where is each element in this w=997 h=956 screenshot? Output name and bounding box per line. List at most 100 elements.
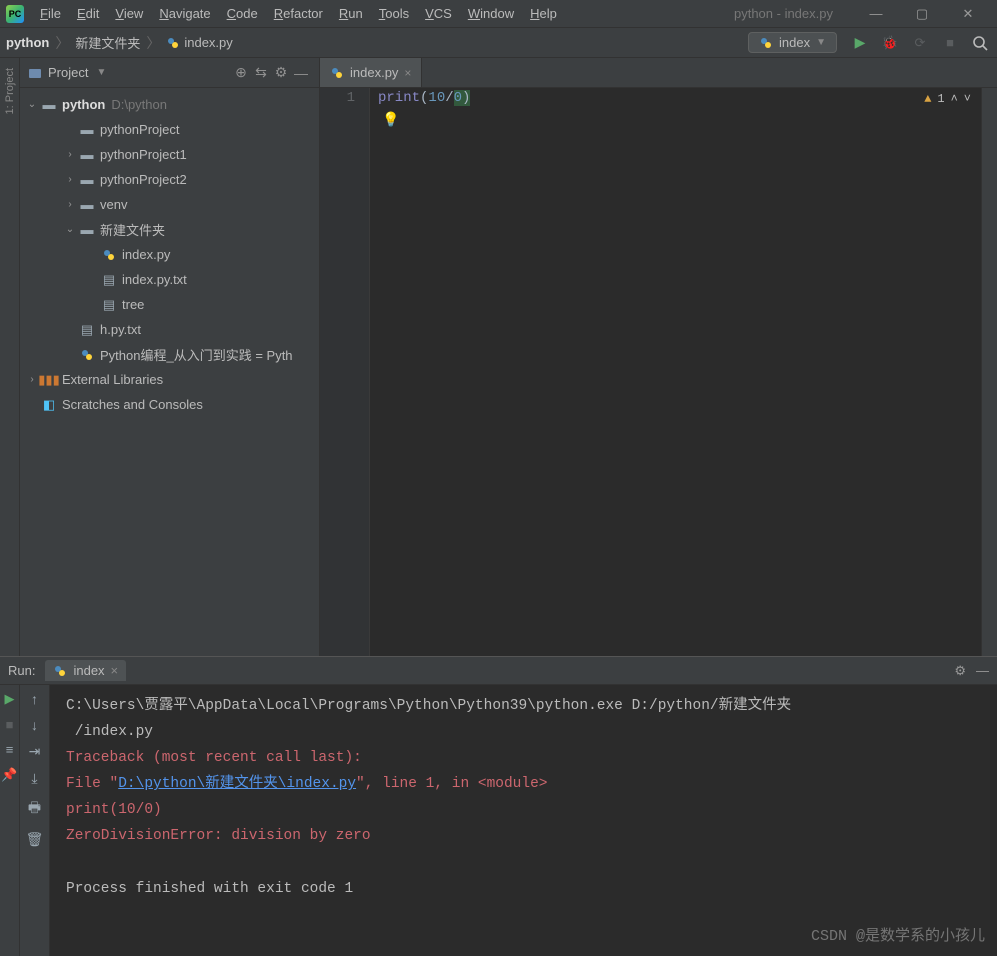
menu-code[interactable]: Code bbox=[219, 2, 266, 25]
folder-icon: ▬ bbox=[78, 122, 96, 137]
debug-button[interactable]: 🐞 bbox=[879, 32, 901, 54]
python-file-icon bbox=[78, 348, 96, 362]
project-panel-title[interactable]: Project bbox=[48, 65, 88, 80]
editor-area: index.py × 1 print(10/0) 💡 ▲ 1 ˄ ˅ bbox=[320, 58, 997, 656]
run-toolbar: ↑ ↓ ⇥ ⤓ 🖶 🗑 bbox=[20, 685, 50, 956]
project-tree[interactable]: ⌄ ▬ python D:\python ▬ pythonProject ›▬pyt… bbox=[20, 88, 319, 656]
coverage-button[interactable]: ⟳ bbox=[909, 32, 931, 54]
next-problem-icon[interactable]: ˅ bbox=[964, 92, 971, 106]
tree-node-label: index.py bbox=[122, 247, 170, 262]
menu-vcs[interactable]: VCS bbox=[417, 2, 460, 25]
menu-view[interactable]: View bbox=[107, 2, 151, 25]
run-tool-window: Run: index × ⚙ — ▶ ■ ≡ 📌 ↑ ↓ ⇥ ⤓ 🖶 🗑 C:\… bbox=[0, 656, 997, 956]
tree-root-name: python bbox=[62, 97, 105, 112]
maximize-button[interactable]: ▢ bbox=[899, 0, 945, 28]
tree-node[interactable]: ▤h.py.txt bbox=[20, 317, 319, 342]
run-tab[interactable]: index × bbox=[45, 660, 126, 681]
run-button[interactable]: ▶ bbox=[849, 32, 871, 54]
search-button[interactable] bbox=[969, 32, 991, 54]
navigation-bar: python 〉 新建文件夹 〉 index.py index ▼ ▶ 🐞 ⟳ … bbox=[0, 28, 997, 58]
tree-node-label: pythonProject bbox=[100, 122, 180, 137]
hide-panel-icon[interactable]: — bbox=[291, 65, 311, 81]
soft-wrap-icon[interactable]: ⇥ bbox=[29, 743, 41, 760]
breadcrumb-file[interactable]: index.py bbox=[184, 35, 232, 50]
scroll-end-icon[interactable]: ⤓ bbox=[31, 770, 37, 787]
pin-button[interactable]: 📌 bbox=[1, 767, 17, 783]
editor-tab-label: index.py bbox=[350, 65, 398, 80]
run-config-selector[interactable]: index ▼ bbox=[748, 32, 837, 53]
breadcrumb-folder[interactable]: 新建文件夹 bbox=[75, 33, 140, 52]
console-exit: Process finished with exit code 1 bbox=[66, 876, 981, 902]
tree-node-label: 新建文件夹 bbox=[100, 220, 165, 239]
intention-bulb-icon[interactable]: 💡 bbox=[382, 112, 399, 129]
menu-run[interactable]: Run bbox=[331, 2, 371, 25]
tree-node[interactable]: index.py bbox=[20, 242, 319, 267]
breadcrumb[interactable]: python 〉 新建文件夹 〉 index.py bbox=[6, 33, 233, 53]
tree-node[interactable]: ›▬venv bbox=[20, 192, 319, 217]
window-title: python - index.py bbox=[714, 6, 853, 21]
hide-run-icon[interactable]: — bbox=[976, 663, 989, 678]
down-stack-icon[interactable]: ↓ bbox=[31, 717, 38, 733]
settings-icon[interactable]: ⚙ bbox=[271, 64, 291, 81]
prev-problem-icon[interactable]: ˄ bbox=[951, 92, 958, 106]
folder-icon: ▬ bbox=[78, 197, 96, 212]
menu-window[interactable]: Window bbox=[460, 2, 522, 25]
stop-button[interactable]: ■ bbox=[939, 32, 961, 54]
python-file-icon bbox=[100, 248, 118, 262]
tree-root[interactable]: ⌄ ▬ python D:\python bbox=[20, 92, 319, 117]
menu-tools[interactable]: Tools bbox=[371, 2, 417, 25]
run-config-label: index bbox=[779, 35, 810, 50]
watermark: CSDN @是数学系的小孩儿 bbox=[811, 923, 985, 950]
stop-process-button[interactable]: ■ bbox=[6, 717, 14, 732]
tree-node-label: pythonProject1 bbox=[100, 147, 187, 162]
close-button[interactable]: ✕ bbox=[945, 0, 991, 28]
warning-icon: ▲ bbox=[924, 92, 931, 106]
rerun-button[interactable]: ▶ bbox=[5, 691, 15, 707]
tree-node[interactable]: ⌄▬新建文件夹 bbox=[20, 217, 319, 242]
code-editor[interactable]: 1 print(10/0) 💡 ▲ 1 ˄ ˅ bbox=[320, 88, 997, 656]
scratches-consoles[interactable]: ◧ Scratches and Consoles bbox=[20, 392, 319, 417]
editor-tab-bar: index.py × bbox=[320, 58, 997, 88]
chevron-down-icon[interactable]: ▼ bbox=[96, 67, 106, 78]
minimize-button[interactable]: — bbox=[853, 0, 899, 28]
print-icon[interactable]: 🖶 bbox=[28, 797, 41, 821]
tree-node[interactable]: Python编程_从入门到实践 = Pyth bbox=[20, 342, 319, 367]
clear-icon[interactable]: 🗑 bbox=[26, 831, 44, 848]
external-libraries[interactable]: › ▮▮▮ External Libraries bbox=[20, 367, 319, 392]
traceback-file-link[interactable]: D:\python\新建文件夹\index.py bbox=[118, 776, 356, 792]
tree-node-label: venv bbox=[100, 197, 127, 212]
editor-tab-indexpy[interactable]: index.py × bbox=[320, 58, 422, 87]
tree-node[interactable]: ▬ pythonProject bbox=[20, 117, 319, 142]
tree-node-label: Python编程_从入门到实践 = Pyth bbox=[100, 345, 293, 364]
tree-node[interactable]: ›▬pythonProject1 bbox=[20, 142, 319, 167]
line-gutter: 1 bbox=[320, 88, 370, 656]
menu-help[interactable]: Help bbox=[522, 2, 565, 25]
tree-node[interactable]: ▤tree bbox=[20, 292, 319, 317]
menu-refactor[interactable]: Refactor bbox=[266, 2, 331, 25]
editor-scrollbar[interactable] bbox=[981, 88, 997, 656]
menu-navigate[interactable]: Navigate bbox=[151, 2, 218, 25]
folder-icon: ▬ bbox=[78, 147, 96, 162]
tree-node[interactable]: ▤index.py.txt bbox=[20, 267, 319, 292]
close-tab-icon[interactable]: × bbox=[404, 66, 411, 80]
expand-all-icon[interactable]: ⇆ bbox=[251, 64, 271, 81]
project-icon bbox=[28, 66, 42, 80]
python-file-icon bbox=[330, 66, 344, 80]
tree-node[interactable]: ›▬pythonProject2 bbox=[20, 167, 319, 192]
folder-icon: ▬ bbox=[78, 172, 96, 187]
file-icon: ▤ bbox=[78, 322, 96, 338]
project-tool-button[interactable]: 1: Project bbox=[4, 68, 16, 114]
menu-edit[interactable]: Edit bbox=[69, 2, 107, 25]
run-console[interactable]: C:\Users\贾露平\AppData\Local\Programs\Pyth… bbox=[50, 685, 997, 956]
breadcrumb-root[interactable]: python bbox=[6, 35, 49, 50]
select-opened-file-icon[interactable]: ⊕ bbox=[231, 64, 251, 81]
close-run-tab-icon[interactable]: × bbox=[111, 663, 119, 678]
project-panel: Project ▼ ⊕ ⇆ ⚙ — ⌄ ▬ python D:\python ▬… bbox=[20, 58, 320, 656]
run-settings-icon[interactable]: ⚙ bbox=[954, 663, 966, 679]
layout-button[interactable]: ≡ bbox=[6, 742, 14, 757]
problems-widget[interactable]: ▲ 1 ˄ ˅ bbox=[924, 92, 971, 106]
line-number: 1 bbox=[320, 90, 355, 106]
menu-file[interactable]: File bbox=[32, 2, 69, 25]
console-cmd: C:\Users\贾露平\AppData\Local\Programs\Pyth… bbox=[66, 693, 981, 719]
up-stack-icon[interactable]: ↑ bbox=[31, 691, 38, 707]
